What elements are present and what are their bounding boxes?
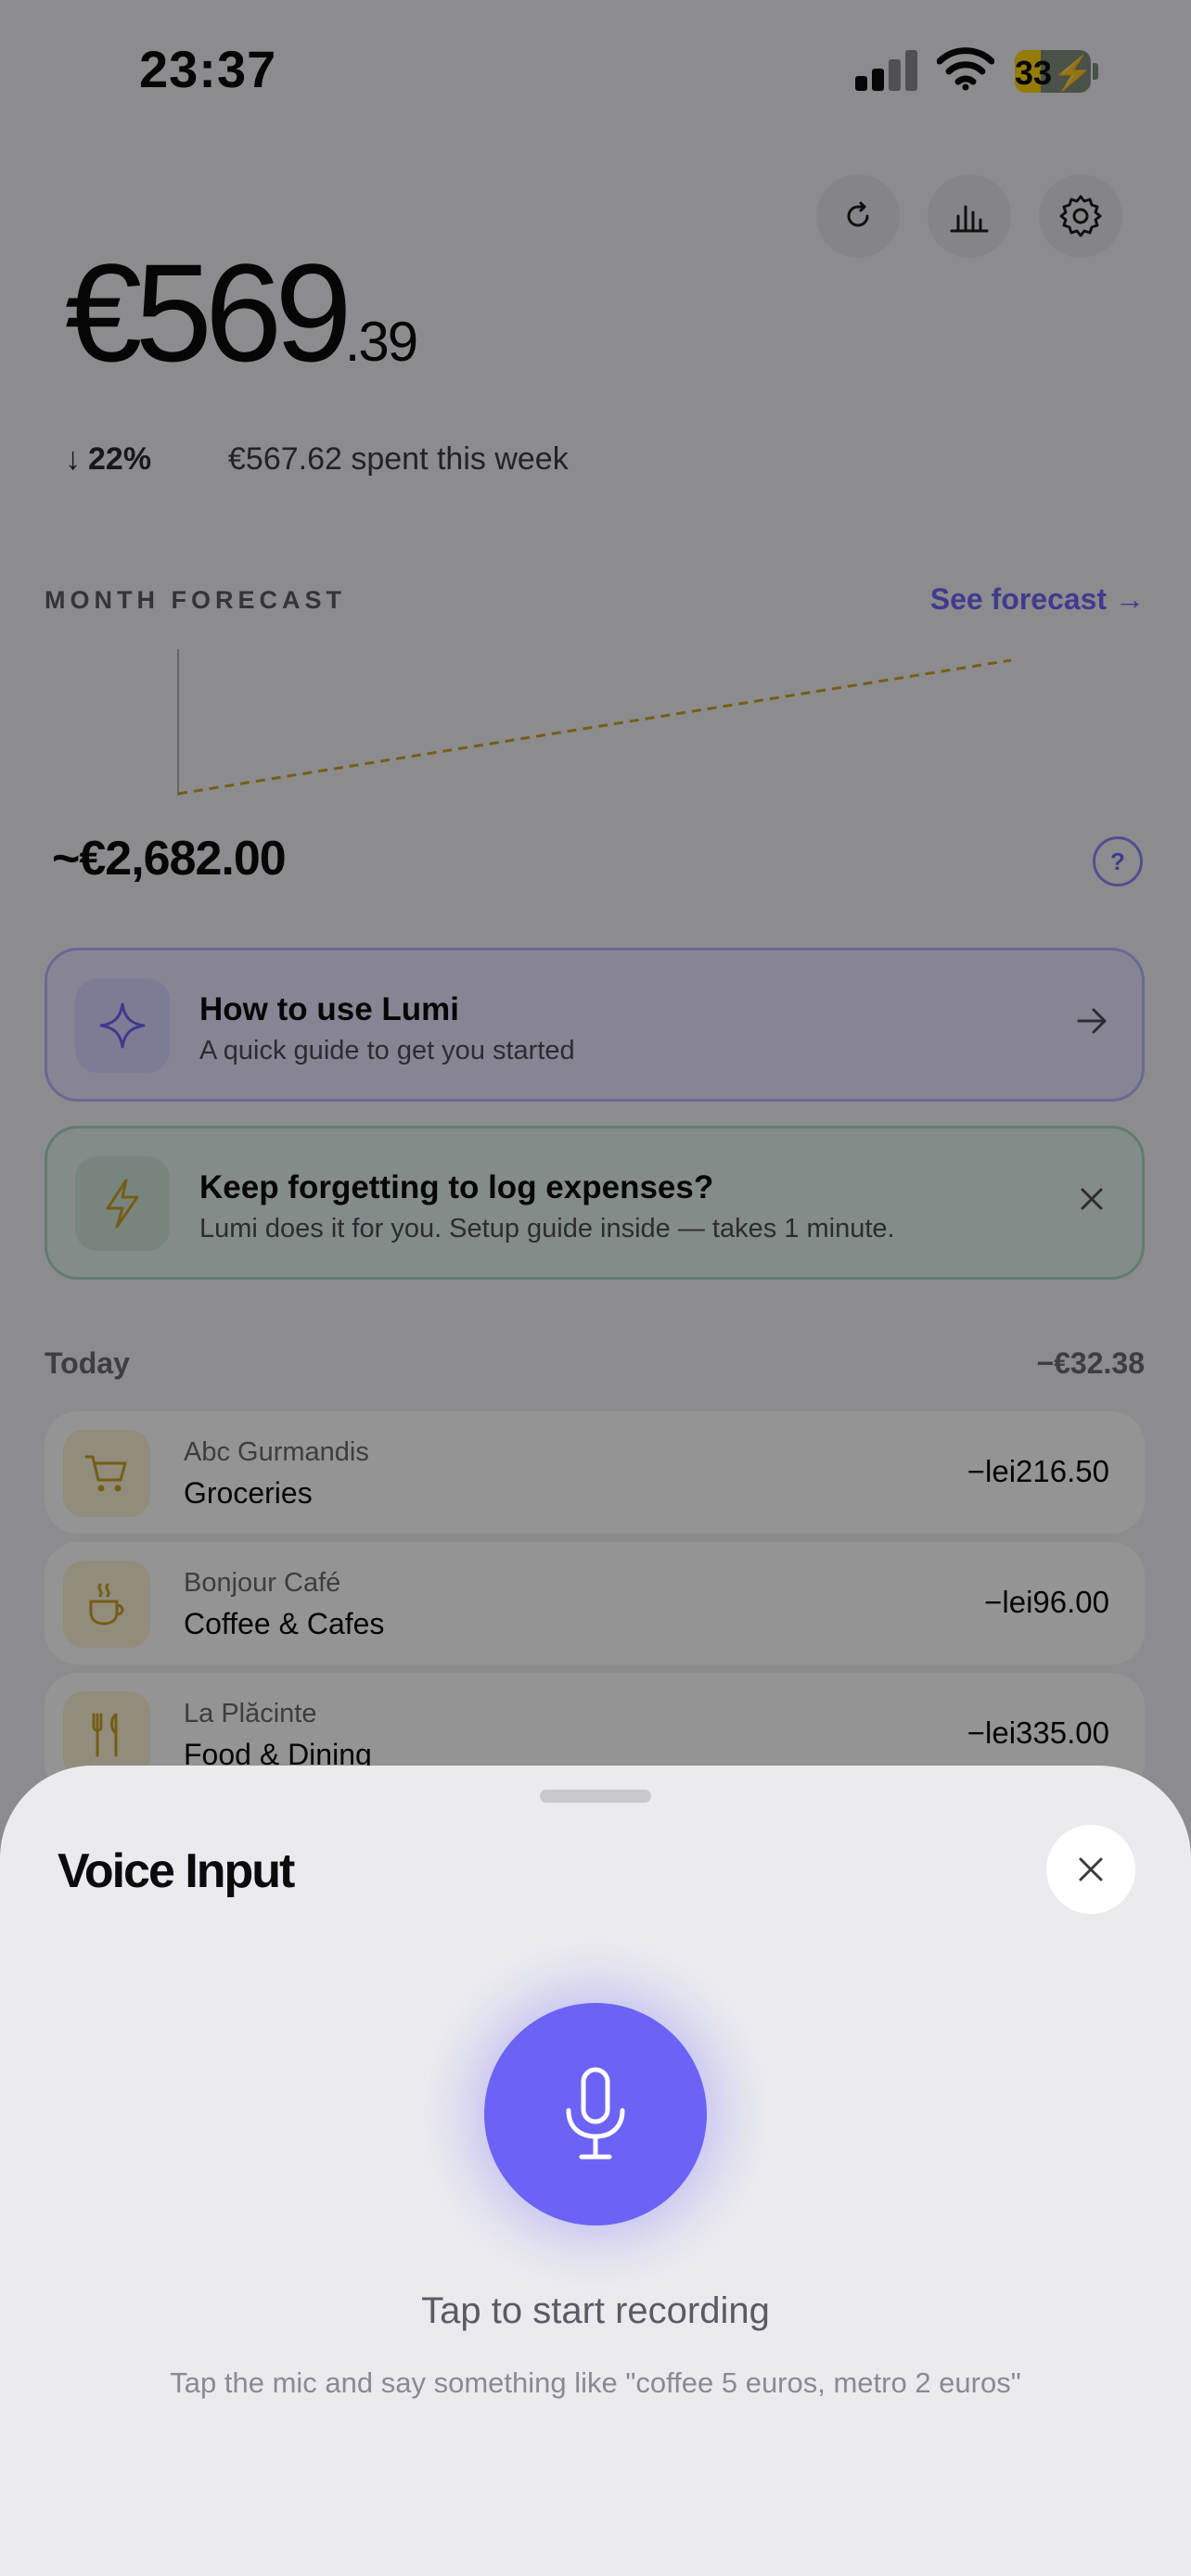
sheet-title: Voice Input xyxy=(58,1844,295,1898)
voice-input-sheet: Voice Input Tap to start recording Tap t… xyxy=(0,1766,1191,2576)
record-prompt: Tap to start recording xyxy=(421,2290,770,2331)
close-button[interactable] xyxy=(1046,1825,1135,1914)
record-hint: Tap the mic and say something like "coff… xyxy=(170,2366,1021,2399)
sheet-grabber[interactable] xyxy=(540,1790,651,1803)
record-button[interactable] xyxy=(484,2003,707,2225)
microphone-icon xyxy=(566,2067,625,2160)
close-icon xyxy=(1079,1857,1103,1881)
